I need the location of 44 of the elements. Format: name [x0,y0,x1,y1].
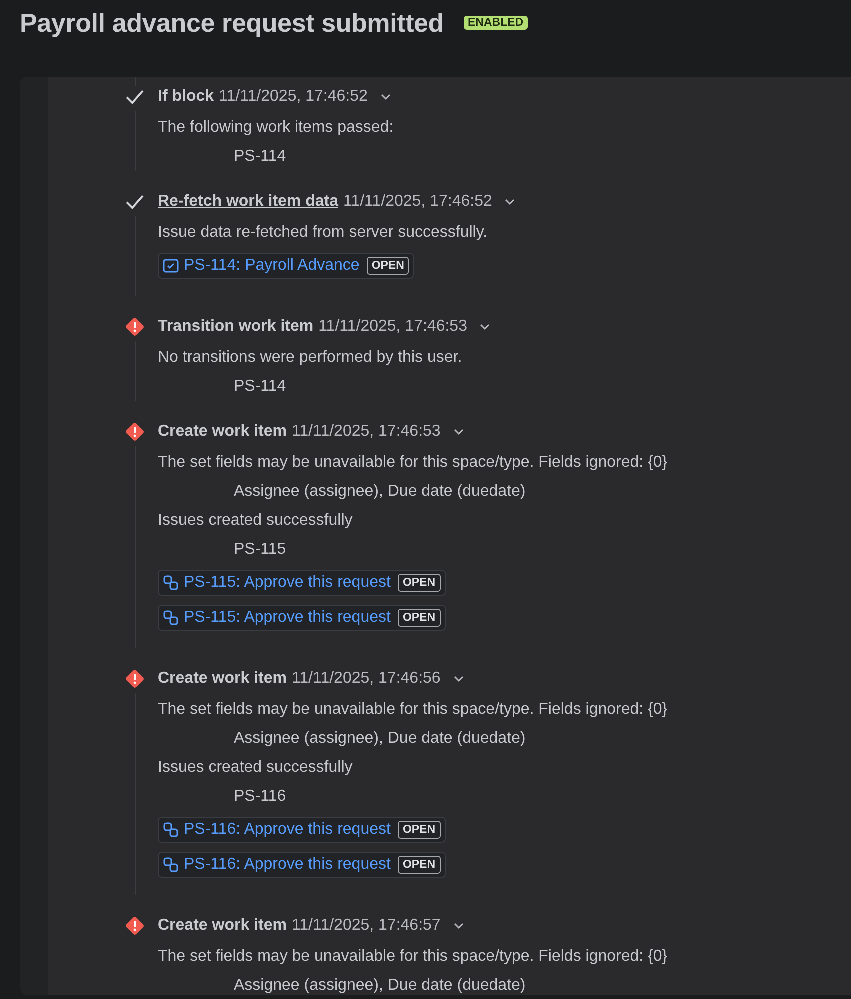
work-item-link[interactable]: PS-115: Approve this request OPEN [158,570,446,596]
log-detail: PS-114 [233,377,288,397]
page-title: Payroll advance request submitted [20,8,444,38]
log-detail: PS-114 [233,147,288,167]
status-lozenge: OPEN [398,574,441,592]
work-item-link[interactable]: PS-116: Approve this request OPEN [158,817,446,843]
status-lozenge: OPEN [398,821,441,839]
rule-component-title: Create work item [158,423,287,441]
log-detail: PS-116 [233,787,288,807]
work-item-link[interactable]: PS-114: Payroll Advance OPEN [158,253,414,279]
log-detail: Assignee (assignee), Due date (duedate) [233,976,527,995]
subtask-icon [163,857,179,873]
status-badge: ENABLED [464,16,528,30]
status-lozenge: OPEN [398,856,441,874]
status-lozenge: OPEN [366,257,410,275]
checkbox-icon [163,258,179,274]
log-detail: Assignee (assignee), Due date (duedate) [233,482,527,502]
timestamp: 11/11/2025, 17:46:53 [318,318,468,336]
rule-component-title: If block [158,88,214,106]
rule-component-title: Transition work item [158,318,314,336]
log-message: No transitions were performed by this user. [158,348,464,368]
status-lozenge: OPEN [398,609,441,627]
timestamp: 11/11/2025, 17:46:53 [292,423,441,441]
timestamp: 11/11/2025, 17:46:52 [343,193,492,211]
log-message: Issue data re-fetched from server successfully. [158,223,489,243]
log-message: The set fields may be unavailable for this space/type. Fields ignored: {0} [158,453,669,473]
subtask-icon [163,822,179,838]
rule-component-title: Create work item [158,917,287,935]
rule-component-link[interactable]: Re-fetch work item data [158,193,338,211]
log-message: Issues created successfully [158,511,354,531]
rule-component-title: Create work item [158,670,287,688]
log-detail: Assignee (assignee), Due date (duedate) [233,729,527,749]
log-message: Issues created successfully [158,758,354,778]
timestamp: 11/11/2025, 17:46:57 [292,917,441,935]
log-detail: PS-115 [233,540,288,560]
timestamp: 11/11/2025, 17:46:56 [292,670,441,688]
work-item-link[interactable]: PS-115: Approve this request OPEN [158,605,446,631]
log-message: The following work items passed: [158,118,395,138]
timestamp: 11/11/2025, 17:46:52 [219,88,368,106]
log-message: The set fields may be unavailable for this space/type. Fields ignored: {0} [158,700,669,720]
log-message: The set fields may be unavailable for this space/type. Fields ignored: {0} [158,947,669,967]
work-item-link[interactable]: PS-116: Approve this request OPEN [158,852,446,878]
subtask-icon [163,575,179,591]
subtask-icon [163,610,179,626]
